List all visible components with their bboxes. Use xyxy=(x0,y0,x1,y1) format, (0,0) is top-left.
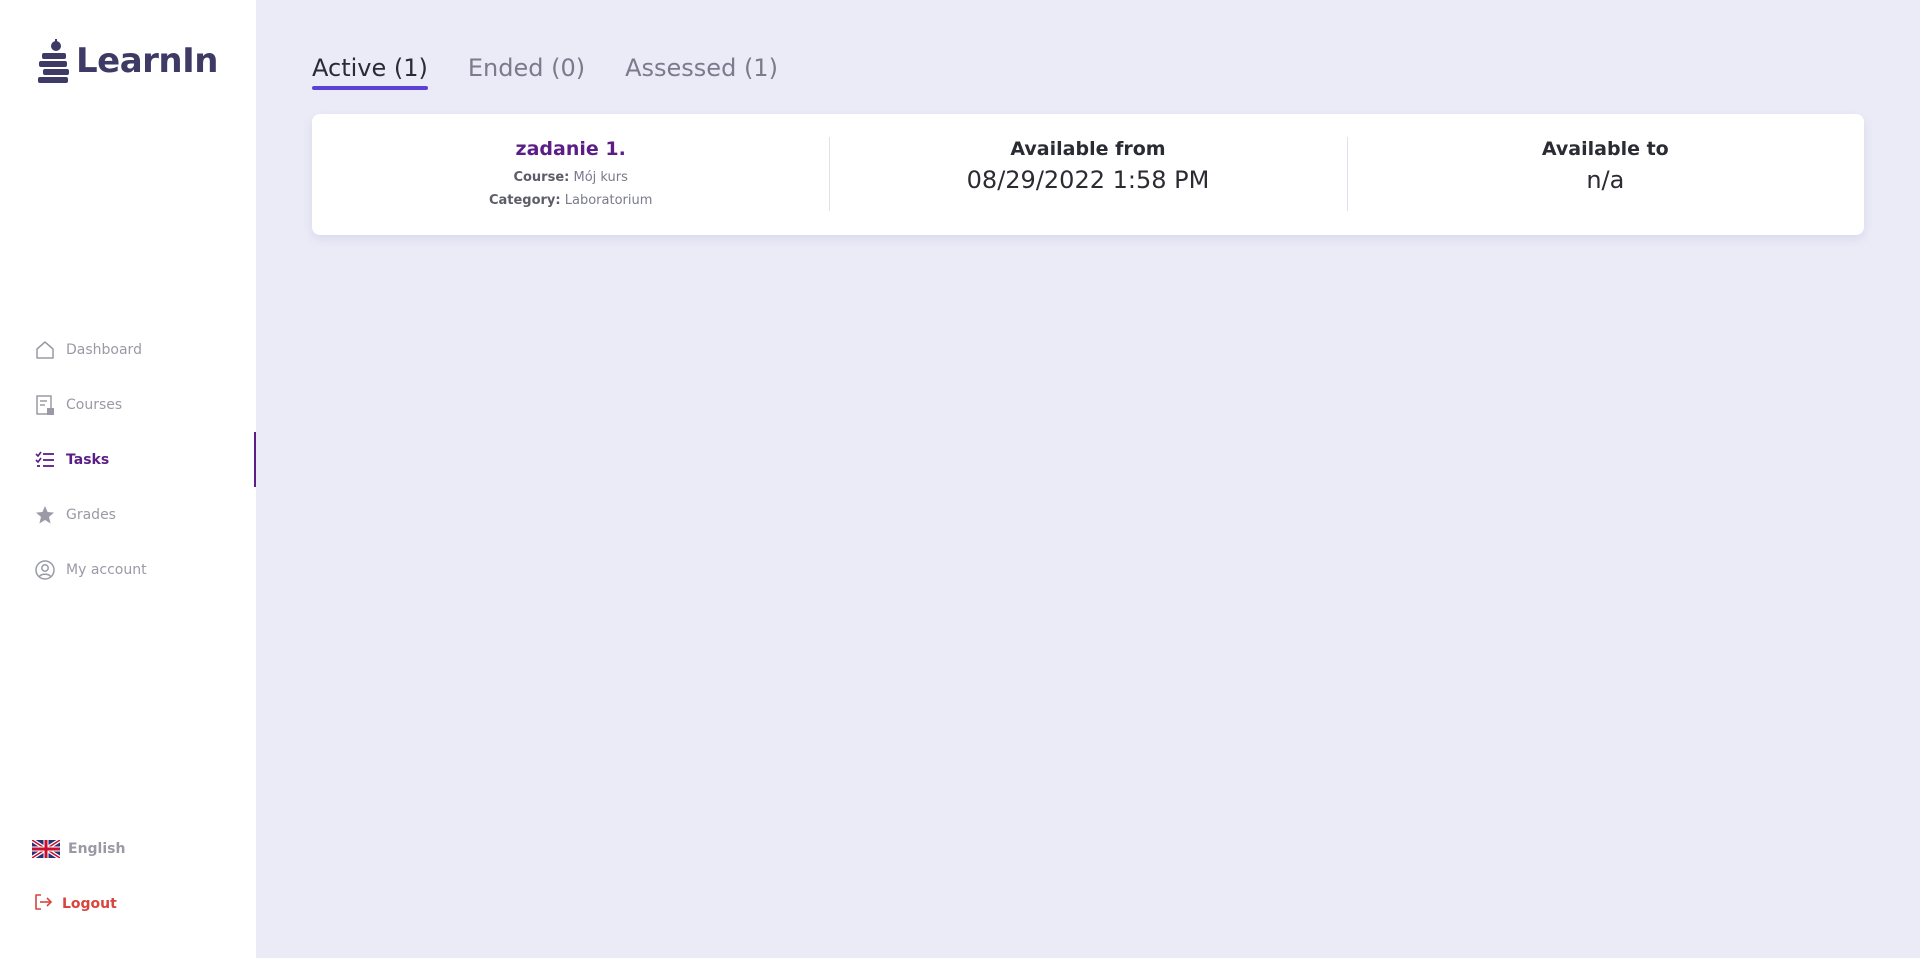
language-selector[interactable]: English xyxy=(0,821,256,876)
available-from-label: Available from xyxy=(1010,138,1166,160)
sidebar-item-label: Courses xyxy=(66,396,123,413)
task-category: Category: Laboratorium xyxy=(489,189,652,212)
app: LearnIn Dashboard Courses Tasks Grades M… xyxy=(0,0,1920,958)
courses-icon xyxy=(34,394,56,416)
logo-text: LearnIn xyxy=(76,41,219,81)
task-tabs: Active (1) Ended (0) Assessed (1) xyxy=(312,54,778,90)
available-to-value: n/a xyxy=(1586,166,1625,194)
course-value: Mój kurs xyxy=(573,170,628,185)
category-label: Category: xyxy=(488,193,561,208)
tasks-icon xyxy=(34,449,56,471)
tab-assessed[interactable]: Assessed (1) xyxy=(625,54,778,88)
sidebar-item-label: Grades xyxy=(66,506,116,523)
logo[interactable]: LearnIn xyxy=(36,38,219,84)
available-to-column: Available to n/a xyxy=(1346,114,1864,235)
sidebar-item-my-account[interactable]: My account xyxy=(0,542,256,597)
task-card[interactable]: zadanie 1. Course: Mój kurs Category: La… xyxy=(312,114,1864,235)
user-circle-icon xyxy=(34,559,56,581)
tab-active[interactable]: Active (1) xyxy=(312,54,428,90)
sidebar-item-dashboard[interactable]: Dashboard xyxy=(0,322,256,377)
available-from-column: Available from 08/29/2022 1:58 PM xyxy=(829,114,1346,235)
course-label: Course: xyxy=(513,170,570,185)
sidebar-item-label: Tasks xyxy=(66,451,110,468)
logout-button[interactable]: Logout xyxy=(0,876,256,931)
language-label: English xyxy=(68,840,126,857)
sidebar-item-grades[interactable]: Grades xyxy=(0,487,256,542)
tab-ended[interactable]: Ended (0) xyxy=(468,54,585,88)
sidebar: LearnIn Dashboard Courses Tasks Grades M… xyxy=(0,0,256,958)
task-title[interactable]: zadanie 1. xyxy=(516,138,626,160)
sidebar-nav: Dashboard Courses Tasks Grades My accoun… xyxy=(0,322,256,597)
available-from-value: 08/29/2022 1:58 PM xyxy=(966,166,1210,194)
logout-label: Logout xyxy=(62,895,117,912)
sidebar-item-label: My account xyxy=(66,561,147,578)
sidebar-bottom: English Logout xyxy=(0,821,256,931)
uk-flag-icon xyxy=(32,839,60,858)
sidebar-item-courses[interactable]: Courses xyxy=(0,377,256,432)
star-icon xyxy=(34,504,56,526)
home-icon xyxy=(34,339,56,361)
sidebar-item-label: Dashboard xyxy=(66,341,142,358)
task-course: Course: Mój kurs xyxy=(513,166,627,189)
logout-icon xyxy=(32,891,54,917)
task-info-column: zadanie 1. Course: Mój kurs Category: La… xyxy=(312,114,829,235)
main-content: Active (1) Ended (0) Assessed (1) zadani… xyxy=(256,0,1920,958)
sidebar-item-tasks[interactable]: Tasks xyxy=(0,432,256,487)
available-to-label: Available to xyxy=(1541,138,1669,160)
category-value: Laboratorium xyxy=(564,193,653,208)
books-logo-icon xyxy=(36,38,72,84)
